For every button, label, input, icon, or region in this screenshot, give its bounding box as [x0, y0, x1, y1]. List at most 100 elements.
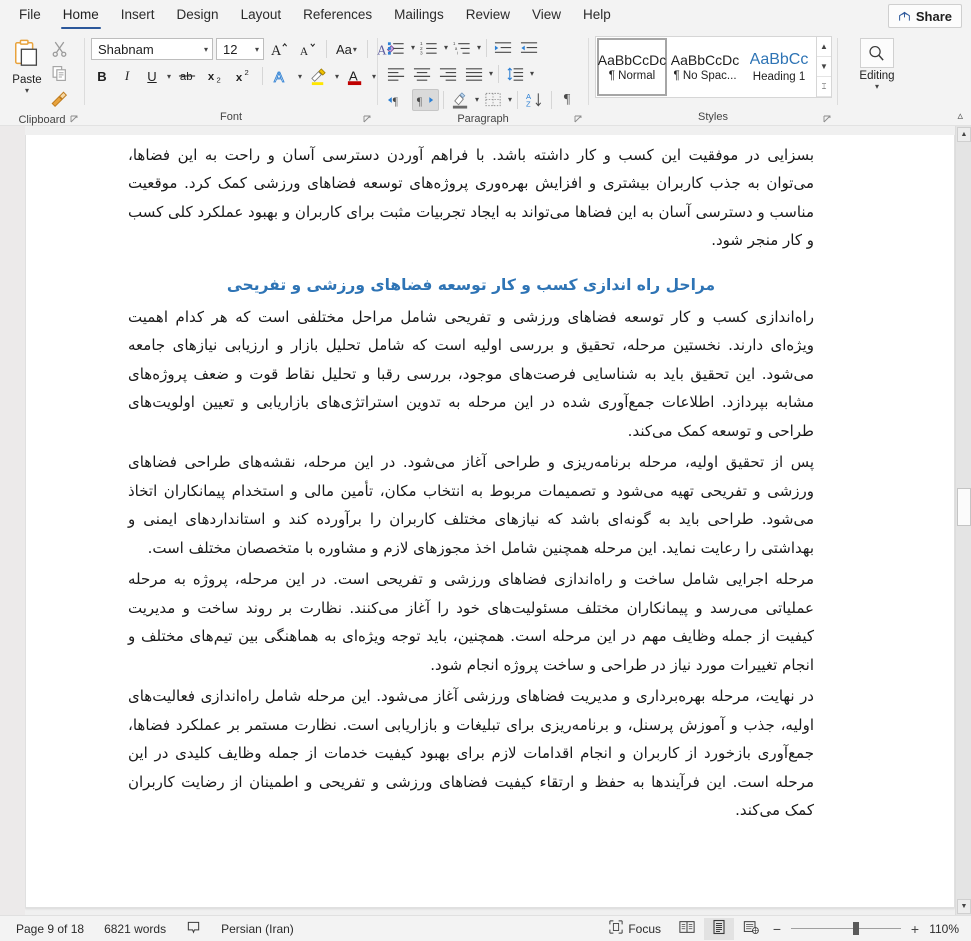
align-right-button[interactable] — [436, 63, 461, 85]
scroll-up-icon[interactable]: ▲ — [957, 127, 971, 142]
page-indicator[interactable]: Page 9 of 18 — [6, 922, 94, 936]
page-content[interactable]: در نهایت، بهبود زیرساخت‌ها و امکانات حمل… — [26, 126, 954, 828]
tab-mailings[interactable]: Mailings — [383, 0, 455, 32]
section-heading[interactable]: مراحل راه اندازی کسب و کار توسعه فضاهای … — [128, 271, 814, 299]
clipboard-dialog-launcher[interactable] — [70, 115, 80, 125]
font-name-combobox[interactable]: Shabnam ▾ — [91, 38, 213, 60]
style-item-no-spacing[interactable]: AaBbCcDc ¶ No Spac... — [670, 39, 740, 95]
left-to-right-button[interactable]: ¶ — [384, 89, 411, 111]
chevron-down-icon[interactable]: ▾ — [352, 45, 358, 54]
tab-view[interactable]: View — [521, 0, 572, 32]
align-left-button[interactable] — [384, 63, 409, 85]
strikethrough-button[interactable]: ab — [175, 65, 200, 87]
line-spacing-button[interactable] — [503, 63, 528, 85]
editing-button[interactable]: Editing ▾ — [859, 36, 895, 91]
language-indicator[interactable]: Persian (Iran) — [211, 922, 304, 936]
right-to-left-button[interactable]: ¶ — [412, 88, 439, 111]
shading-button[interactable] — [448, 89, 473, 111]
copy-icon[interactable] — [51, 65, 68, 87]
justify-button[interactable] — [462, 63, 487, 85]
styles-gallery-scrollbar[interactable]: ▲ ▼ ⌶ — [816, 37, 831, 97]
scrollbar-thumb[interactable] — [957, 488, 971, 526]
proofing-status[interactable] — [176, 920, 211, 938]
zoom-slider[interactable]: − + — [771, 921, 921, 937]
zoom-in-button[interactable]: + — [909, 921, 921, 937]
zoom-track[interactable] — [791, 922, 901, 935]
share-button[interactable]: Share — [887, 4, 962, 28]
tab-design[interactable]: Design — [166, 0, 230, 32]
tab-home[interactable]: Home — [52, 0, 110, 32]
print-layout-button[interactable] — [704, 917, 734, 940]
focus-mode-button[interactable]: Focus — [599, 920, 671, 937]
chevron-down-icon[interactable]: ▾ — [410, 43, 416, 52]
chevron-down-icon[interactable]: ▾ — [166, 72, 172, 81]
chevron-down-icon[interactable]: ▾ — [476, 43, 482, 52]
collapse-ribbon-icon[interactable]: ▵ — [957, 109, 963, 122]
font-size-combobox[interactable]: 12 ▾ — [216, 38, 264, 60]
tab-file[interactable]: File — [8, 0, 52, 32]
chevron-down-icon[interactable]: ▾ — [203, 45, 209, 54]
paragraph-3[interactable]: پس از تحقیق اولیه، مرحله برنامه‌ریزی و ط… — [128, 448, 814, 562]
styles-more-icon[interactable]: ⌶ — [817, 77, 831, 97]
sort-button[interactable]: AZ — [522, 89, 547, 111]
paragraph-2[interactable]: راه‌اندازی کسب و کار توسعه فضاهای ورزشی … — [128, 303, 814, 446]
chevron-down-icon[interactable]: ▾ — [371, 72, 377, 81]
font-color-button[interactable]: A — [343, 65, 368, 87]
shrink-font-button[interactable]: A — [295, 38, 320, 60]
paragraph-5[interactable]: در نهایت، مرحله بهره‌برداری و مدیریت فضا… — [128, 682, 814, 825]
font-dialog-launcher[interactable] — [363, 115, 373, 125]
web-layout-button[interactable] — [736, 918, 766, 940]
align-center-button[interactable] — [410, 63, 435, 85]
tab-references[interactable]: References — [292, 0, 383, 32]
cut-icon[interactable] — [51, 40, 68, 62]
paragraph-4[interactable]: مرحله اجرایی شامل ساخت و راه‌اندازی فضاه… — [128, 565, 814, 679]
increase-indent-button[interactable] — [517, 37, 542, 59]
text-effects-button[interactable]: A — [269, 65, 294, 87]
style-item-normal[interactable]: AaBbCcDc ¶ Normal — [597, 38, 667, 96]
format-painter-icon[interactable] — [50, 90, 68, 113]
chevron-down-icon[interactable]: ▾ — [474, 95, 480, 104]
styles-scroll-up-icon[interactable]: ▲ — [817, 37, 831, 57]
styles-dialog-launcher[interactable] — [823, 115, 833, 125]
tab-insert[interactable]: Insert — [110, 0, 166, 32]
word-count[interactable]: 6821 words — [94, 922, 176, 936]
paragraph-1[interactable]: در نهایت، بهبود زیرساخت‌ها و امکانات حمل… — [128, 126, 814, 255]
styles-scroll-down-icon[interactable]: ▼ — [817, 57, 831, 77]
zoom-out-button[interactable]: − — [771, 921, 783, 937]
show-formatting-marks-button[interactable]: ¶ — [556, 89, 578, 111]
numbering-button[interactable]: 123 — [417, 37, 442, 59]
paste-button[interactable]: Paste ▾ — [4, 36, 50, 95]
scroll-down-icon[interactable]: ▼ — [957, 899, 971, 914]
chevron-down-icon[interactable]: ▾ — [24, 86, 30, 95]
chevron-down-icon[interactable]: ▾ — [254, 45, 260, 54]
decrease-indent-button[interactable] — [491, 37, 516, 59]
chevron-down-icon[interactable]: ▾ — [334, 72, 340, 81]
vertical-scrollbar[interactable]: ▲ ▼ — [955, 126, 971, 915]
read-mode-button[interactable] — [672, 918, 702, 940]
chevron-down-icon[interactable]: ▾ — [297, 72, 303, 81]
superscript-button[interactable]: x2 — [231, 65, 256, 87]
chevron-down-icon[interactable]: ▾ — [874, 82, 880, 91]
zoom-thumb[interactable] — [853, 922, 859, 935]
bold-button[interactable]: B — [91, 65, 113, 87]
multilevel-list-button[interactable]: 1ai — [450, 37, 475, 59]
paragraph-dialog-launcher[interactable] — [574, 115, 584, 125]
style-item-heading-1[interactable]: AaBbCc Heading 1 — [744, 39, 814, 95]
change-case-button[interactable]: Aa ▾ — [333, 38, 361, 60]
tab-review[interactable]: Review — [455, 0, 521, 32]
grow-font-button[interactable]: A — [267, 38, 292, 60]
zoom-level[interactable]: 110% — [925, 922, 965, 936]
text-highlight-button[interactable] — [306, 65, 331, 87]
tab-help[interactable]: Help — [572, 0, 622, 32]
borders-button[interactable] — [481, 89, 506, 111]
tab-layout[interactable]: Layout — [230, 0, 293, 32]
underline-button[interactable]: U — [141, 65, 163, 87]
page-scroll-viewport[interactable]: در نهایت، بهبود زیرساخت‌ها و امکانات حمل… — [25, 126, 955, 915]
chevron-down-icon[interactable]: ▾ — [529, 69, 535, 78]
document-page[interactable]: در نهایت، بهبود زیرساخت‌ها و امکانات حمل… — [25, 126, 955, 908]
subscript-button[interactable]: x2 — [203, 65, 228, 87]
chevron-down-icon[interactable]: ▾ — [443, 43, 449, 52]
chevron-down-icon[interactable]: ▾ — [488, 69, 494, 78]
chevron-down-icon[interactable]: ▾ — [507, 95, 513, 104]
italic-button[interactable]: I — [116, 65, 138, 87]
